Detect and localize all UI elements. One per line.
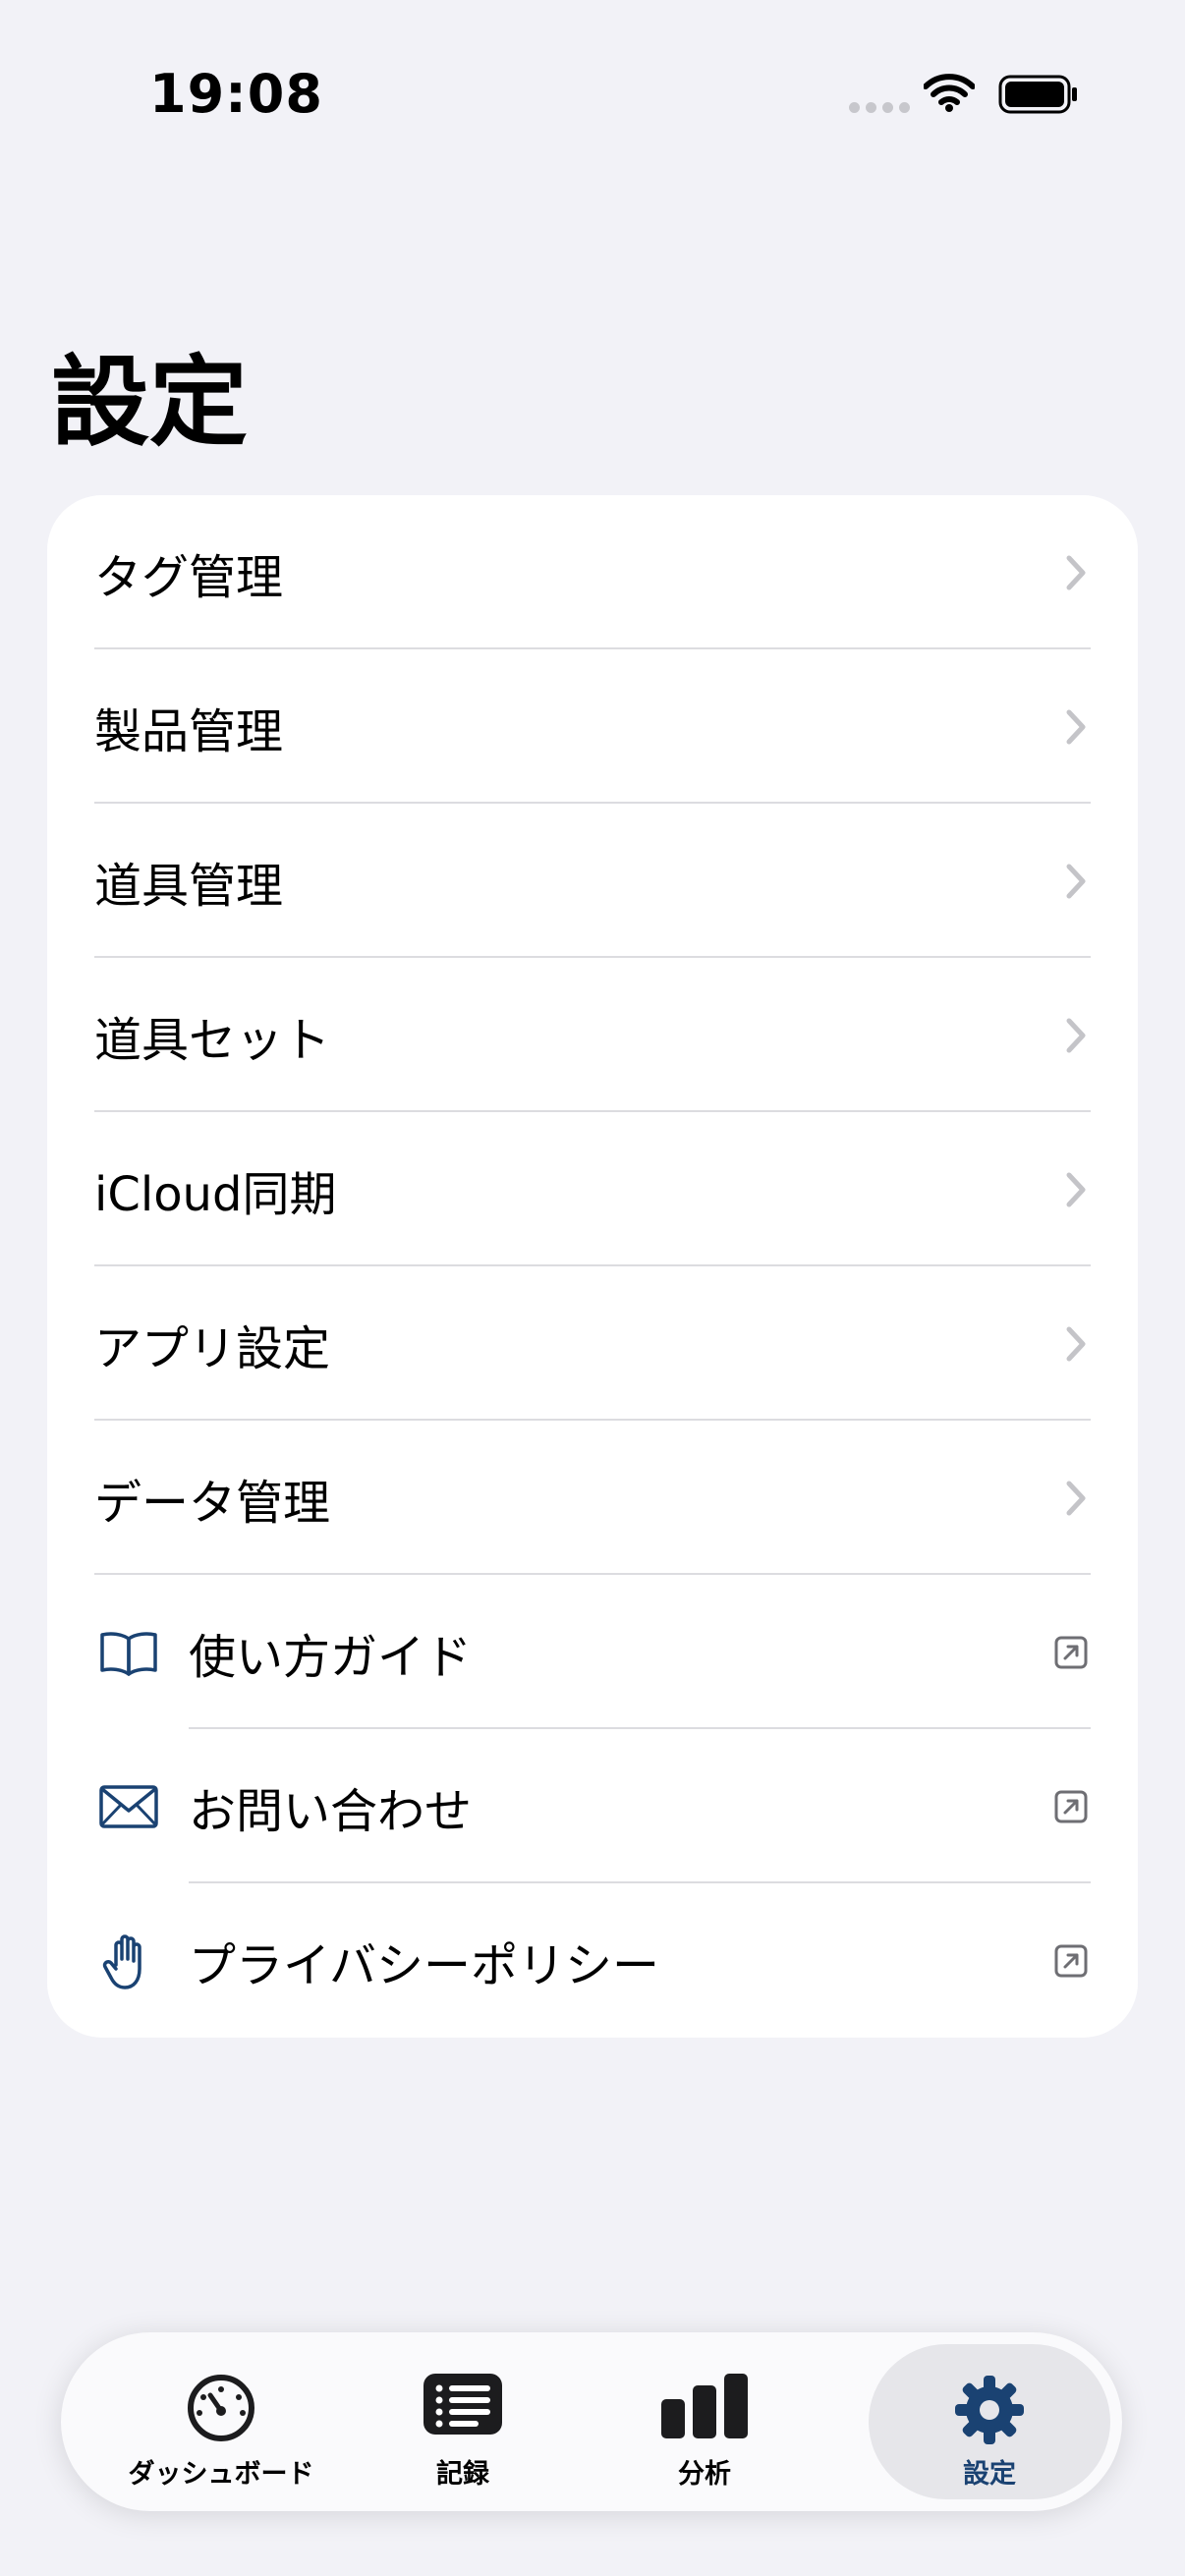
link-privacy-policy[interactable]: プライバシーポリシー (47, 1883, 1138, 2038)
link-label: プライバシーポリシー (189, 1937, 660, 1993)
menu-item-tool-set[interactable]: 道具セット (47, 958, 1138, 1112)
chevron-right-icon (1066, 864, 1086, 898)
cellular-signal-icon (849, 102, 910, 113)
chevron-right-icon (1066, 709, 1086, 744)
link-usage-guide[interactable]: 使い方ガイド (47, 1575, 1138, 1729)
menu-item-label: 道具管理 (94, 858, 284, 914)
wifi-icon (924, 74, 975, 112)
chevron-right-icon (1066, 1018, 1086, 1052)
tab-label: 分析 (678, 2459, 731, 2490)
menu-item-tool-management[interactable]: 道具管理 (47, 804, 1138, 958)
chevron-right-icon (1066, 1481, 1086, 1515)
tab-label: 記録 (436, 2459, 489, 2490)
book-icon (100, 1631, 157, 1676)
external-link-icon (1054, 1790, 1088, 1822)
menu-item-icloud-sync[interactable]: iCloud同期 (47, 1112, 1138, 1266)
external-link-icon (1054, 1636, 1088, 1668)
menu-item-app-settings[interactable]: アプリ設定 (47, 1266, 1138, 1421)
menu-item-label: アプリ設定 (94, 1320, 331, 1376)
tab-label: ダッシュボード (128, 2459, 314, 2490)
settings-list: タグ管理 製品管理 道具管理 道具セット iCloud同期 アプリ設定 データ管… (47, 495, 1138, 2038)
chevron-right-icon (1066, 1172, 1086, 1206)
status-time: 19:08 (149, 63, 323, 125)
gauge-icon (188, 2375, 254, 2441)
tab-label: 設定 (963, 2459, 1016, 2490)
tab-analysis[interactable]: 分析 (584, 2332, 825, 2511)
battery-icon (998, 75, 1077, 114)
menu-item-label: 道具セット (94, 1012, 331, 1068)
chevron-right-icon (1066, 1326, 1086, 1361)
menu-item-label: iCloud同期 (94, 1166, 337, 1222)
link-label: 使い方ガイド (189, 1629, 473, 1685)
link-contact[interactable]: お問い合わせ (47, 1729, 1138, 1883)
status-bar: 19:08 (0, 0, 1185, 196)
menu-item-data-management[interactable]: データ管理 (47, 1421, 1138, 1575)
page-title: 設定 (51, 345, 248, 460)
external-link-icon (1054, 1944, 1088, 1977)
menu-item-label: データ管理 (94, 1475, 331, 1531)
link-label: お問い合わせ (189, 1783, 473, 1839)
menu-item-label: 製品管理 (94, 703, 284, 759)
tab-dashboard[interactable]: ダッシュボード (100, 2332, 342, 2511)
chevron-right-icon (1066, 555, 1086, 589)
tab-settings[interactable]: 設定 (869, 2332, 1110, 2511)
menu-item-label: タグ管理 (94, 549, 284, 605)
menu-item-product-management[interactable]: 製品管理 (47, 649, 1138, 804)
tab-records[interactable]: 記録 (342, 2332, 584, 2511)
bar-chart-icon (661, 2374, 748, 2438)
gear-icon (955, 2376, 1024, 2444)
menu-item-tag-management[interactable]: タグ管理 (47, 495, 1138, 649)
hand-icon (102, 1933, 141, 1989)
tab-bar: ダッシュボード 記録 分析 設定 (61, 2332, 1122, 2511)
list-icon (423, 2374, 502, 2435)
envelope-icon (99, 1784, 158, 1828)
